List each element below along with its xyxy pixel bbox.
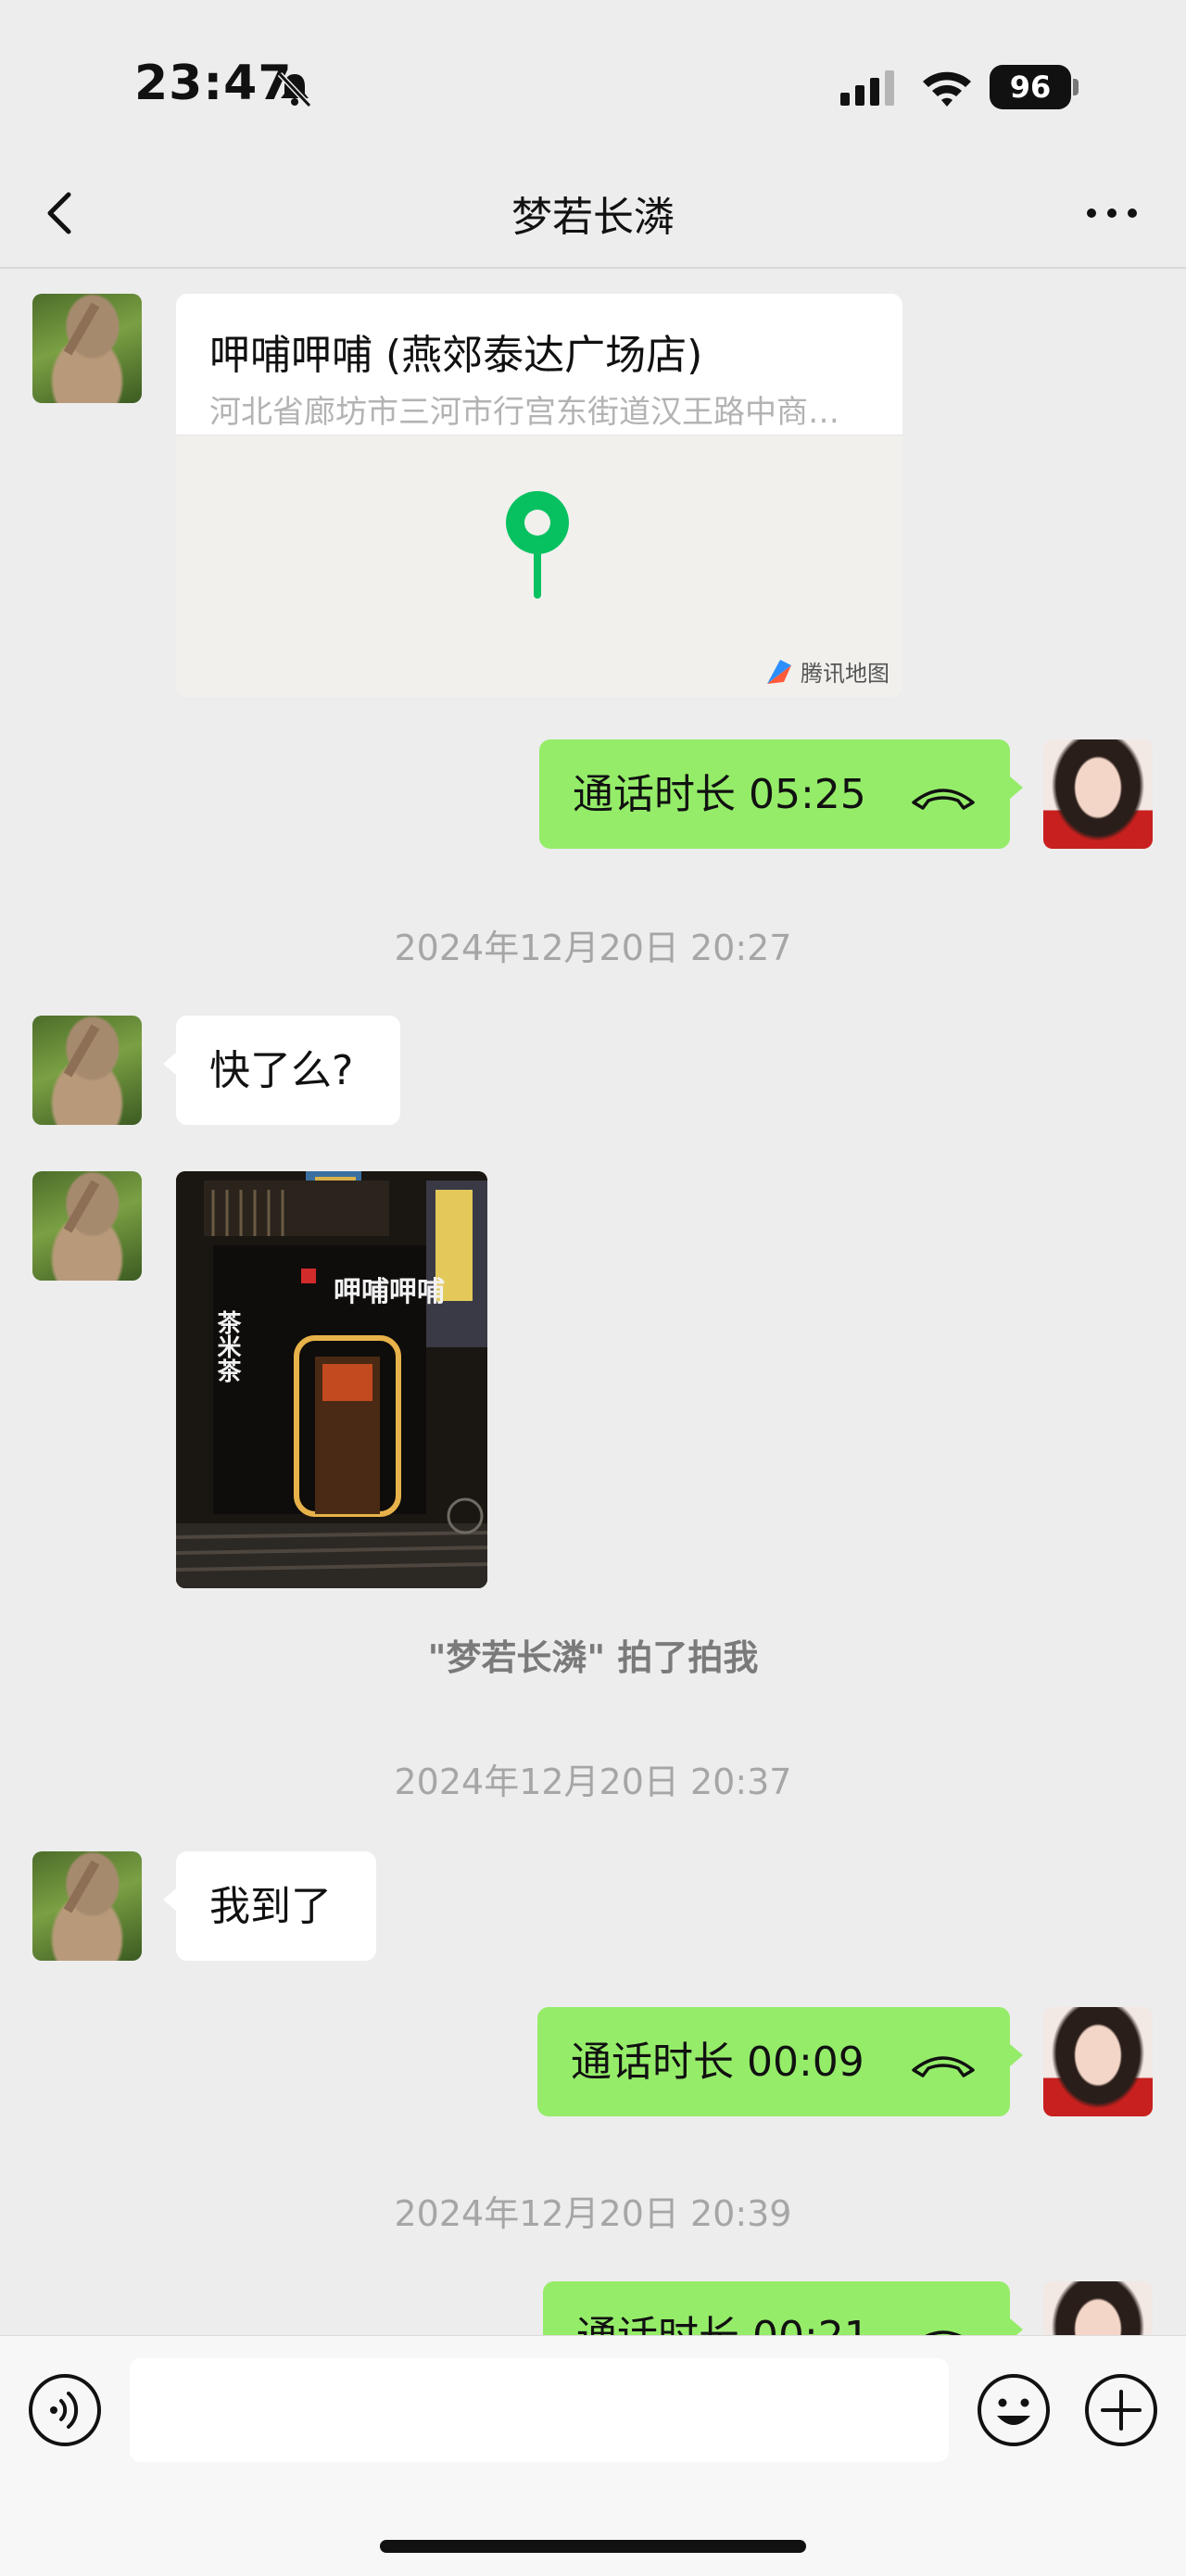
message-input[interactable]	[130, 2358, 949, 2462]
signal-icon	[840, 70, 894, 106]
bell-muted-icon	[277, 71, 312, 108]
emoji-icon[interactable]	[975, 2371, 1053, 2449]
avatar-contact[interactable]	[32, 1851, 142, 1961]
message-text: 我到了	[209, 1883, 332, 1930]
status-bar: 23:47 96	[0, 0, 1186, 158]
plus-icon[interactable]	[1082, 2371, 1160, 2449]
store-sign: 呷哺呷哺	[334, 1276, 445, 1308]
battery-tip	[1073, 79, 1079, 95]
pat-notice: "梦若长潾" 拍了拍我	[427, 1637, 759, 1678]
timestamp: 2024年12月20日 20:27	[394, 928, 792, 968]
ellipsis-icon[interactable]	[1075, 185, 1149, 241]
location-name: 呷哺呷哺 (燕郊泰达广场店)	[209, 332, 703, 379]
map-brand-label: 腾讯地图	[801, 661, 890, 687]
location-address: 河北省廊坊市三河市行宫东街道汉王路中商…	[209, 394, 839, 431]
wifi-icon	[923, 71, 971, 107]
avatar-self[interactable]	[1043, 2281, 1153, 2335]
avatar-contact[interactable]	[32, 294, 142, 403]
battery-indicator: 96	[990, 65, 1071, 109]
nav-bar: 梦若长潾	[0, 158, 1186, 269]
store-side-sign: 茶米茶	[213, 1310, 241, 1383]
call-duration: 通话时长 05:25	[573, 771, 866, 818]
map-pin-icon	[506, 491, 569, 599]
input-bar	[0, 2335, 1186, 2576]
timestamp: 2024年12月20日 20:39	[394, 2193, 792, 2234]
avatar-self[interactable]	[1043, 2007, 1153, 2116]
phone-hangup-icon	[912, 789, 975, 810]
phone-hangup-icon	[912, 2056, 975, 2077]
call-record-bubble[interactable]: 通话时长 00:21	[543, 2281, 1023, 2335]
location-card[interactable]: 呷哺呷哺 (燕郊泰达广场店) 河北省廊坊市三河市行宫东街道汉王路中商… 腾讯地图	[176, 294, 902, 697]
message-text: 快了么?	[209, 1047, 354, 1094]
call-record-bubble[interactable]: 通话时长 05:25	[539, 739, 1023, 849]
call-duration: 通话时长 00:09	[571, 2039, 864, 2086]
timestamp: 2024年12月20日 20:37	[394, 1762, 792, 1802]
phone-hangup-icon	[925, 2330, 962, 2335]
map-preview: 腾讯地图	[176, 435, 902, 697]
chat-area[interactable]: 呷哺呷哺 (燕郊泰达广场店) 河北省廊坊市三河市行宫东街道汉王路中商… 腾讯地图…	[0, 271, 1186, 2335]
call-duration: 通话时长 00:21	[576, 2309, 870, 2335]
home-indicator[interactable]	[380, 2540, 806, 2553]
avatar-contact[interactable]	[32, 1016, 142, 1125]
status-time: 23:47	[134, 56, 293, 111]
chat-title: 梦若长潾	[511, 194, 675, 241]
tencent-map-icon	[767, 659, 791, 684]
text-message-bubble[interactable]: 我到了	[163, 1851, 376, 1961]
voice-icon[interactable]	[26, 2371, 104, 2449]
photo-message[interactable]: 呷哺呷哺 茶米茶	[176, 1171, 487, 1588]
call-record-bubble[interactable]: 通话时长 00:09	[537, 2007, 1023, 2116]
storefront-photo: 呷哺呷哺 茶米茶	[176, 1171, 487, 1588]
avatar-contact[interactable]	[32, 1171, 142, 1281]
avatar-self[interactable]	[1043, 739, 1153, 849]
map-brand: 腾讯地图	[763, 655, 890, 688]
text-message-bubble[interactable]: 快了么?	[163, 1016, 400, 1125]
